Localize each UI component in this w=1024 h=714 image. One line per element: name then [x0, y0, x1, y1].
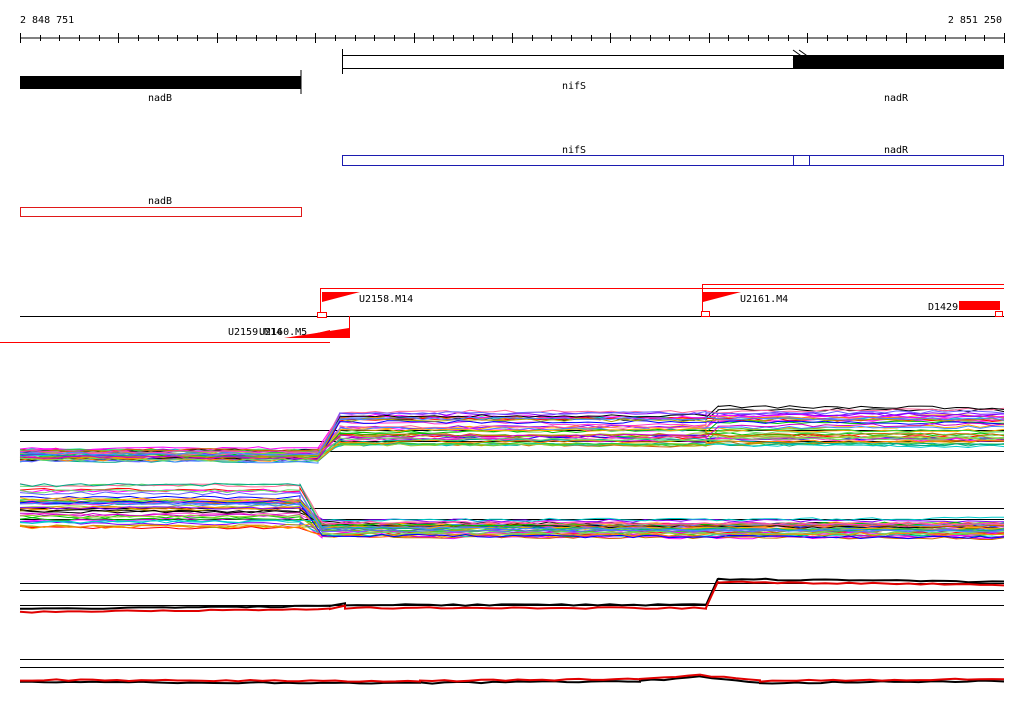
blue-gene-nifS-label: nifS — [562, 145, 586, 156]
feature-U2161-flag-icon[interactable] — [703, 292, 741, 302]
genome-browser-canvas: 2 848 751 2 851 250 nadB nifS nadR nifS … — [0, 0, 1024, 714]
profile-track-3 — [19, 577, 1005, 614]
gene-nifS-bar[interactable] — [342, 55, 794, 69]
blue-gene-bar[interactable] — [342, 155, 1004, 166]
feature-U2158-label: U2158.M14 — [359, 294, 413, 305]
gene-nadB-bar[interactable] — [20, 76, 301, 89]
feature-D1429-bar[interactable] — [959, 301, 1000, 310]
gene-track-top: nadB nifS nadR — [20, 49, 1004, 104]
gene-nadB-label: nadB — [148, 93, 172, 104]
genome-track-view: 2 848 751 2 851 250 nadB nifS nadR nifS … — [0, 15, 1005, 685]
coordinate-ruler: 2 848 751 2 851 250 — [20, 15, 1005, 43]
track-1-series-line — [19, 415, 1005, 453]
gene-nifS-label: nifS — [562, 81, 586, 92]
ruler-start-label: 2 848 751 — [20, 15, 74, 26]
track-1-series-line — [19, 407, 1005, 457]
feature-D1429-label: D1429 — [928, 302, 958, 313]
feature-track: U2158.M14 U2161.M4 D1429 U2159.M14 U2160… — [0, 284, 1004, 343]
gene-nadR-label: nadR — [884, 93, 909, 104]
profile-track-4 — [20, 659, 1005, 685]
red-gene-nadB-label: nadB — [148, 196, 172, 207]
profile-track-1 — [19, 404, 1005, 464]
gene-track-red: nadB — [20, 196, 302, 217]
feature-D1429-anchor — [995, 311, 1003, 317]
red-gene-nadB-bar[interactable] — [20, 207, 302, 217]
feature-U2158-anchor — [317, 312, 327, 318]
feature-U2161-label: U2161.M4 — [740, 294, 788, 305]
gene-track-blue: nifS nadR — [342, 145, 1004, 166]
profile-track-2 — [19, 482, 1005, 540]
gene-nadR-bar[interactable] — [794, 55, 1004, 69]
blue-gene-nadR-label: nadR — [884, 145, 909, 156]
track-4-series-line — [20, 673, 1005, 683]
feature-U2160-label: U2160.M5 — [259, 327, 307, 338]
ruler-end-label: 2 851 250 — [948, 15, 1002, 26]
feature-U2158-flag-icon[interactable] — [322, 292, 360, 302]
feature-U2161-anchor — [701, 311, 710, 317]
